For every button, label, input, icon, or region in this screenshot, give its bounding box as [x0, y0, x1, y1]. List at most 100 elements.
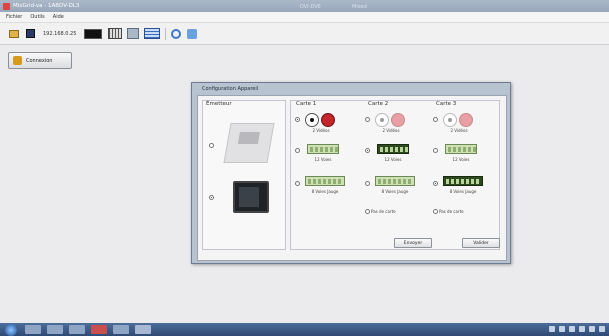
- plug-icon: [13, 56, 22, 65]
- save-icon: [25, 29, 35, 38]
- pin: [458, 147, 461, 152]
- send-button[interactable]: Envoyer: [394, 238, 432, 248]
- emitter-panel: Émetteur: [202, 100, 286, 250]
- taskbar-app-3[interactable]: [69, 325, 85, 334]
- save-button[interactable]: [24, 28, 36, 40]
- tray-icon[interactable]: [569, 326, 575, 332]
- pin: [378, 179, 381, 184]
- card-2-radio-8voies[interactable]: [365, 181, 370, 186]
- start-button[interactable]: [5, 323, 17, 336]
- card-1-radio-8voies[interactable]: [295, 181, 300, 186]
- terminal-block-icon: [307, 144, 339, 154]
- table-icon: [144, 28, 161, 39]
- pin: [468, 147, 471, 152]
- gauge-terminal-icon: [305, 176, 345, 186]
- cards-panel: Carte 1 2 Vidéos 12 Voies 8 Voies Jauge …: [290, 100, 500, 250]
- floppy-slot: [237, 132, 260, 144]
- card-3-radio-8voies[interactable]: [433, 181, 438, 186]
- tray-icon[interactable]: [559, 326, 565, 332]
- card-3-title: Carte 3: [436, 101, 457, 107]
- pin: [335, 147, 338, 152]
- menu-fichier[interactable]: Fichier: [6, 14, 22, 20]
- validate-button[interactable]: Valider: [462, 238, 500, 248]
- pin: [461, 179, 464, 184]
- white-rca-icon: [443, 113, 457, 127]
- pin: [333, 179, 336, 184]
- pin: [390, 147, 393, 152]
- pin: [310, 147, 313, 152]
- tray-icon[interactable]: [579, 326, 585, 332]
- pin: [403, 179, 406, 184]
- video-connector-icon: [443, 113, 477, 127]
- gauge-terminal-icon: [443, 176, 483, 186]
- emitter-radio-floppy[interactable]: [209, 143, 214, 148]
- gauge-terminal-icon: [375, 176, 415, 186]
- system-tray: [549, 326, 605, 332]
- monitor-button[interactable]: [83, 28, 103, 40]
- card-2-radio-video[interactable]: [365, 117, 370, 122]
- tray-icon[interactable]: [599, 326, 605, 332]
- open-folder-icon: [9, 29, 19, 38]
- monitor-screen: [239, 187, 259, 207]
- tray-icon[interactable]: [589, 326, 595, 332]
- card-1-label-video: 2 Vidéos: [312, 128, 330, 133]
- pin: [405, 147, 408, 152]
- tray-icon[interactable]: [549, 326, 555, 332]
- pin: [393, 179, 396, 184]
- pin: [313, 179, 316, 184]
- red-rca-icon: [321, 113, 335, 127]
- card-1-title: Carte 1: [296, 101, 317, 107]
- menu-outils[interactable]: Outils: [30, 14, 44, 20]
- taskbar-app-1[interactable]: [25, 325, 41, 334]
- card-1-label-8voies: 8 Voies Jauge: [311, 189, 339, 194]
- card-2-radio-12voies[interactable]: [365, 148, 370, 153]
- pin: [476, 179, 479, 184]
- pin: [330, 147, 333, 152]
- card-2-label-8voies: 8 Voies Jauge: [381, 189, 409, 194]
- menu-bar: Fichier Outils Aide: [0, 12, 609, 23]
- lens-icon: [171, 28, 182, 39]
- card-2-radio-no-card[interactable]: [365, 209, 370, 214]
- open-folder-button[interactable]: [8, 28, 20, 40]
- taskbar: [0, 323, 609, 336]
- menu-aide[interactable]: Aide: [53, 14, 64, 20]
- chat-icon: [187, 28, 198, 39]
- taskbar-app-6[interactable]: [135, 325, 151, 334]
- pin: [320, 147, 323, 152]
- card-2-title: Carte 2: [368, 101, 389, 107]
- terminal-block-icon: [377, 144, 409, 154]
- pin: [453, 147, 456, 152]
- card-1-radio-12voies[interactable]: [295, 148, 300, 153]
- floppy-device-image: [223, 123, 275, 163]
- red-rca-icon: [459, 113, 473, 127]
- network-button[interactable]: [127, 28, 140, 40]
- lens-button[interactable]: [170, 28, 182, 40]
- device-config-dialog: Configuration Appareil Émetteur Carte 1: [191, 82, 511, 264]
- connect-button[interactable]: Connexion: [8, 52, 72, 69]
- pin: [315, 147, 318, 152]
- black-monitor-icon: [84, 28, 103, 39]
- app-icon: [3, 2, 10, 10]
- card-1-radio-video[interactable]: [295, 117, 300, 122]
- dialog-body: Émetteur Carte 1 2 Vidéos 12 Voies 8 Voi…: [197, 95, 507, 261]
- pin: [408, 179, 411, 184]
- chat-button[interactable]: [186, 28, 198, 40]
- pin: [466, 179, 469, 184]
- emitter-title: Émetteur: [206, 101, 232, 107]
- emitter-radio-monitor[interactable]: [209, 195, 214, 200]
- pin: [448, 147, 451, 152]
- card-3-radio-video[interactable]: [433, 117, 438, 122]
- table-button[interactable]: [143, 28, 161, 40]
- taskbar-app-5[interactable]: [113, 325, 129, 334]
- pin: [380, 147, 383, 152]
- grid-button[interactable]: [107, 28, 123, 40]
- window-title-part-2: Mixed: [352, 4, 367, 10]
- grid-icon: [108, 28, 123, 39]
- red-rca-icon: [391, 113, 405, 127]
- taskbar-app-4[interactable]: [91, 325, 107, 334]
- address-field[interactable]: 192.168.0.25: [40, 29, 79, 38]
- pin: [308, 179, 311, 184]
- taskbar-app-2[interactable]: [47, 325, 63, 334]
- card-3-radio-12voies[interactable]: [433, 148, 438, 153]
- card-3-radio-no-card[interactable]: [433, 209, 438, 214]
